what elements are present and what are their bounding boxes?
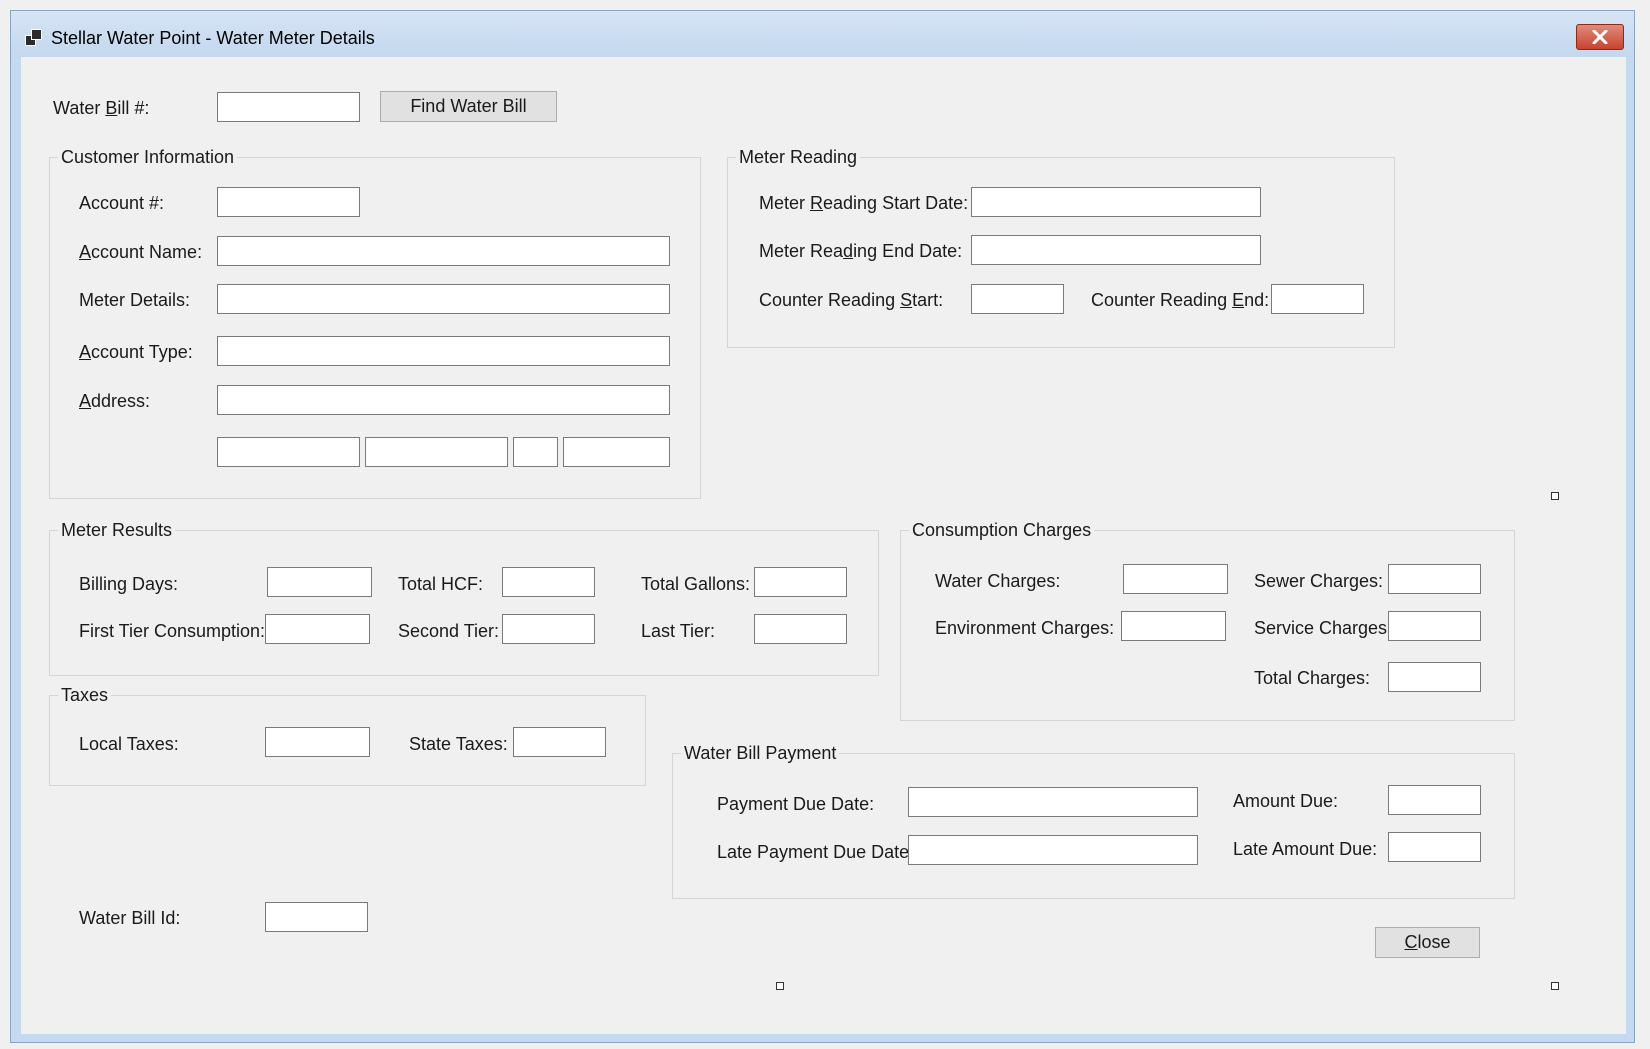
payment-due-date-label: Payment Due Date: <box>717 794 875 814</box>
consumption-charges-title: Consumption Charges <box>909 519 1095 541</box>
total-charges-label: Total Charges: <box>1254 668 1371 688</box>
late-amount-due-input[interactable] <box>1388 832 1481 862</box>
address-input[interactable] <box>217 385 670 415</box>
meter-results-group: Meter Results <box>49 519 879 676</box>
close-button[interactable]: Close <box>1375 927 1480 958</box>
local-taxes-input[interactable] <box>265 727 370 757</box>
title-bar[interactable]: Stellar Water Point - Water Meter Detail… <box>11 11 1634 57</box>
account-number-input[interactable] <box>217 187 360 217</box>
resize-handle-right[interactable] <box>1551 492 1559 500</box>
resize-handle-corner[interactable] <box>1551 982 1559 990</box>
total-gallons-input[interactable] <box>754 567 847 597</box>
taxes-title: Taxes <box>58 684 112 706</box>
app-window-icon <box>25 29 42 46</box>
water-bill-payment-group: Water Bill Payment <box>672 742 1515 899</box>
amount-due-label: Amount Due: <box>1233 791 1339 811</box>
second-tier-input[interactable] <box>502 614 595 644</box>
billing-days-input[interactable] <box>267 567 372 597</box>
address-label: Address: <box>79 391 151 411</box>
meter-results-title: Meter Results <box>58 519 176 541</box>
water-bill-number-input[interactable] <box>217 92 360 122</box>
county-input[interactable] <box>365 437 508 467</box>
water-bill-payment-title: Water Bill Payment <box>681 742 840 764</box>
account-number-label: Account #: <box>79 193 165 213</box>
account-name-label: Account Name: <box>79 242 203 262</box>
find-water-bill-button[interactable]: Find Water Bill <box>380 91 557 122</box>
total-charges-input[interactable] <box>1388 662 1481 692</box>
water-charges-label: Water Charges: <box>935 571 1061 591</box>
customer-information-title: Customer Information <box>58 146 238 168</box>
account-type-input[interactable] <box>217 336 670 366</box>
account-name-input[interactable] <box>217 236 670 266</box>
meter-reading-title: Meter Reading <box>736 146 861 168</box>
late-payment-due-date-input[interactable] <box>908 835 1198 865</box>
late-payment-due-date-label: Late Payment Due Date: <box>717 842 915 862</box>
water-bill-number-label: Water Bill #: <box>53 98 150 118</box>
meter-reading-start-date-label: Meter Reading Start Date: <box>759 193 969 213</box>
water-bill-id-input[interactable] <box>265 902 368 932</box>
main-window: Stellar Water Point - Water Meter Detail… <box>10 10 1635 1043</box>
zip-code-input[interactable] <box>563 437 670 467</box>
state-taxes-input[interactable] <box>513 727 606 757</box>
local-taxes-label: Local Taxes: <box>79 734 179 754</box>
city-input[interactable] <box>217 437 360 467</box>
meter-details-input[interactable] <box>217 284 670 314</box>
service-charges-label: Service Charges: <box>1254 618 1393 638</box>
water-bill-id-label: Water Bill Id: <box>79 908 181 928</box>
last-tier-label: Last Tier: <box>641 621 716 641</box>
environment-charges-input[interactable] <box>1121 611 1226 641</box>
second-tier-label: Second Tier: <box>398 621 500 641</box>
meter-reading-end-date-label: Meter Reading End Date: <box>759 241 963 261</box>
late-amount-due-label: Late Amount Due: <box>1233 839 1378 859</box>
account-type-label: Account Type: <box>79 342 193 362</box>
last-tier-input[interactable] <box>754 614 847 644</box>
resize-handle-bottom[interactable] <box>776 982 784 990</box>
sewer-charges-label: Sewer Charges: <box>1254 571 1384 591</box>
first-tier-consumption-label: First Tier Consumption: <box>79 621 266 641</box>
counter-reading-end-input[interactable] <box>1271 284 1364 314</box>
meter-reading-end-date-input[interactable] <box>971 235 1261 265</box>
total-gallons-label: Total Gallons: <box>641 574 751 594</box>
close-icon <box>1592 30 1608 44</box>
window-title: Stellar Water Point - Water Meter Detail… <box>51 28 375 48</box>
payment-due-date-input[interactable] <box>908 787 1198 817</box>
state-input[interactable] <box>513 437 558 467</box>
amount-due-input[interactable] <box>1388 785 1481 815</box>
counter-reading-start-label: Counter Reading Start: <box>759 290 944 310</box>
meter-reading-start-date-input[interactable] <box>971 187 1261 217</box>
first-tier-consumption-input[interactable] <box>265 614 370 644</box>
close-window-button[interactable] <box>1576 24 1624 50</box>
sewer-charges-input[interactable] <box>1388 564 1481 594</box>
counter-reading-start-input[interactable] <box>971 284 1064 314</box>
environment-charges-label: Environment Charges: <box>935 618 1115 638</box>
total-hcf-label: Total HCF: <box>398 574 484 594</box>
water-charges-input[interactable] <box>1123 564 1228 594</box>
total-hcf-input[interactable] <box>502 567 595 597</box>
counter-reading-end-label: Counter Reading End: <box>1091 290 1270 310</box>
meter-details-label: Meter Details: <box>79 290 191 310</box>
state-taxes-label: State Taxes: <box>409 734 508 754</box>
form-client-area: Water Bill #: Find Water Bill Customer I… <box>21 57 1626 1034</box>
service-charges-input[interactable] <box>1388 611 1481 641</box>
billing-days-label: Billing Days: <box>79 574 179 594</box>
